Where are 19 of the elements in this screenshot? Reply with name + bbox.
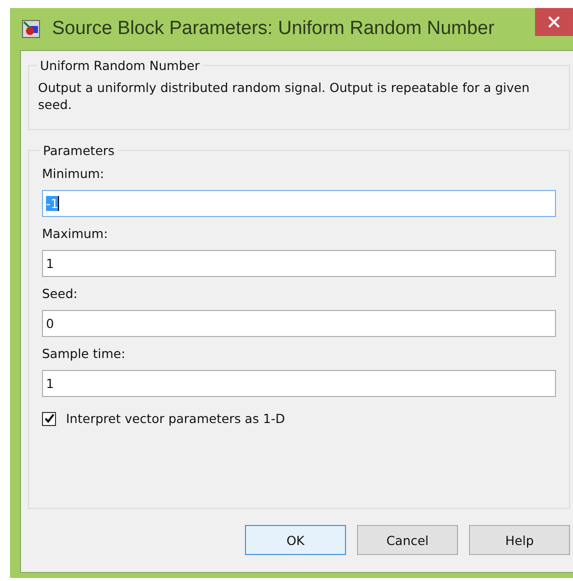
- field-label: Maximum:: [42, 226, 109, 241]
- field-label: Minimum:: [42, 166, 106, 181]
- checkbox[interactable]: [42, 412, 56, 426]
- window-title: Source Block Parameters: Uniform Random Number: [52, 18, 494, 40]
- input-field[interactable]: 1: [42, 370, 556, 397]
- field-label: Seed:: [42, 286, 78, 301]
- block-icon: [22, 20, 40, 38]
- input-field[interactable]: 1: [42, 250, 556, 277]
- dialog-button[interactable]: Help: [469, 525, 570, 555]
- dialog-button[interactable]: Cancel: [357, 525, 458, 555]
- dialog-button[interactable]: OK: [245, 525, 346, 555]
- group-title: Parameters: [42, 143, 116, 158]
- group-title: Uniform Random Number: [39, 58, 201, 73]
- checkbox-label: Interpret vector parameters as 1-D: [66, 411, 286, 426]
- field-label: Sample time:: [42, 346, 126, 361]
- description-text: Output a uniformly distributed random signal. Output is repeatable for a given seed.: [38, 79, 531, 113]
- close-icon: [548, 16, 560, 28]
- input-field[interactable]: 0: [42, 310, 556, 337]
- close-button[interactable]: [535, 8, 573, 36]
